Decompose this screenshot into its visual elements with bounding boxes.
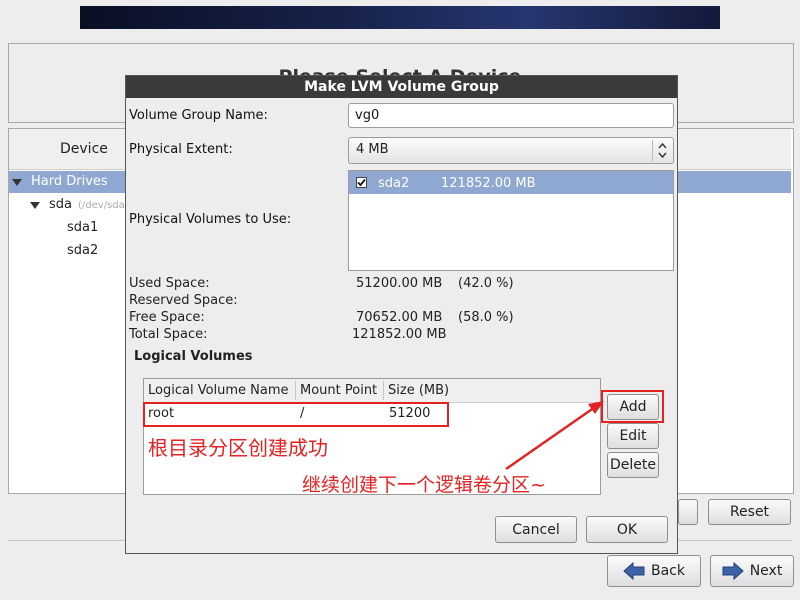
- annotation-box-add: [601, 390, 664, 423]
- used-space-label: Used Space:: [129, 276, 210, 291]
- pv-checkbox[interactable]: [356, 177, 367, 188]
- annotation-box-row: [143, 402, 449, 427]
- pv-size: 121852.00 MB: [441, 176, 536, 191]
- lv-heading: Logical Volumes: [134, 349, 253, 364]
- dialog-title: Make LVM Volume Group: [126, 76, 677, 98]
- ok-button[interactable]: OK: [586, 516, 668, 543]
- expand-triangle-icon[interactable]: [12, 179, 22, 186]
- arrow-left-icon: [623, 562, 645, 580]
- delete-button[interactable]: Delete: [607, 452, 659, 478]
- tree-item-sda[interactable]: sda: [49, 197, 72, 212]
- reset-button[interactable]: Reset: [708, 499, 791, 525]
- tree-item-sda-path: (/dev/sda): [78, 200, 129, 211]
- vg-name-label: Volume Group Name:: [129, 108, 268, 123]
- back-label: Back: [651, 563, 685, 579]
- column-divider[interactable]: [295, 381, 296, 400]
- back-button[interactable]: Back: [607, 555, 701, 587]
- column-divider[interactable]: [383, 381, 384, 400]
- edit-button[interactable]: Edit: [607, 423, 659, 449]
- next-label: Next: [749, 563, 783, 579]
- free-space-pct: (58.0 %): [458, 310, 514, 325]
- annotation-arrow-icon: [505, 401, 604, 471]
- extent-select[interactable]: [348, 137, 674, 164]
- used-space-value: 51200.00 MB: [356, 276, 443, 291]
- free-space-label: Free Space:: [129, 310, 205, 325]
- spin-arrows-icon[interactable]: [652, 140, 672, 161]
- total-space-label: Total Space:: [129, 327, 208, 342]
- next-button[interactable]: Next: [710, 555, 794, 587]
- lv-col-name[interactable]: Logical Volume Name: [148, 383, 289, 398]
- arrow-right-icon: [722, 562, 744, 580]
- extent-label: Physical Extent:: [129, 142, 233, 157]
- free-space-value: 70652.00 MB: [356, 310, 443, 325]
- annotation-success: 根目录分区创建成功: [148, 436, 328, 460]
- expand-triangle-icon[interactable]: [30, 202, 40, 209]
- cancel-button[interactable]: Cancel: [495, 516, 577, 543]
- hidden-button: [678, 499, 698, 525]
- pv-label: Physical Volumes to Use:: [129, 212, 292, 227]
- column-device[interactable]: Device: [60, 141, 108, 157]
- reserved-space-label: Reserved Space:: [129, 293, 238, 308]
- vg-name-input[interactable]: [348, 103, 674, 128]
- pv-name: sda2: [378, 176, 410, 191]
- lv-col-size[interactable]: Size (MB): [388, 383, 449, 398]
- extent-value: 4 MB: [356, 142, 389, 157]
- installer-banner: [80, 6, 720, 29]
- lv-col-mount[interactable]: Mount Point: [300, 383, 377, 398]
- tree-item-sda1[interactable]: sda1: [67, 220, 98, 235]
- used-space-pct: (42.0 %): [458, 276, 514, 291]
- tree-item-sda2[interactable]: sda2: [67, 243, 98, 258]
- total-space-value: 121852.00 MB: [352, 327, 447, 342]
- tree-label-hard-drives: Hard Drives: [31, 174, 108, 189]
